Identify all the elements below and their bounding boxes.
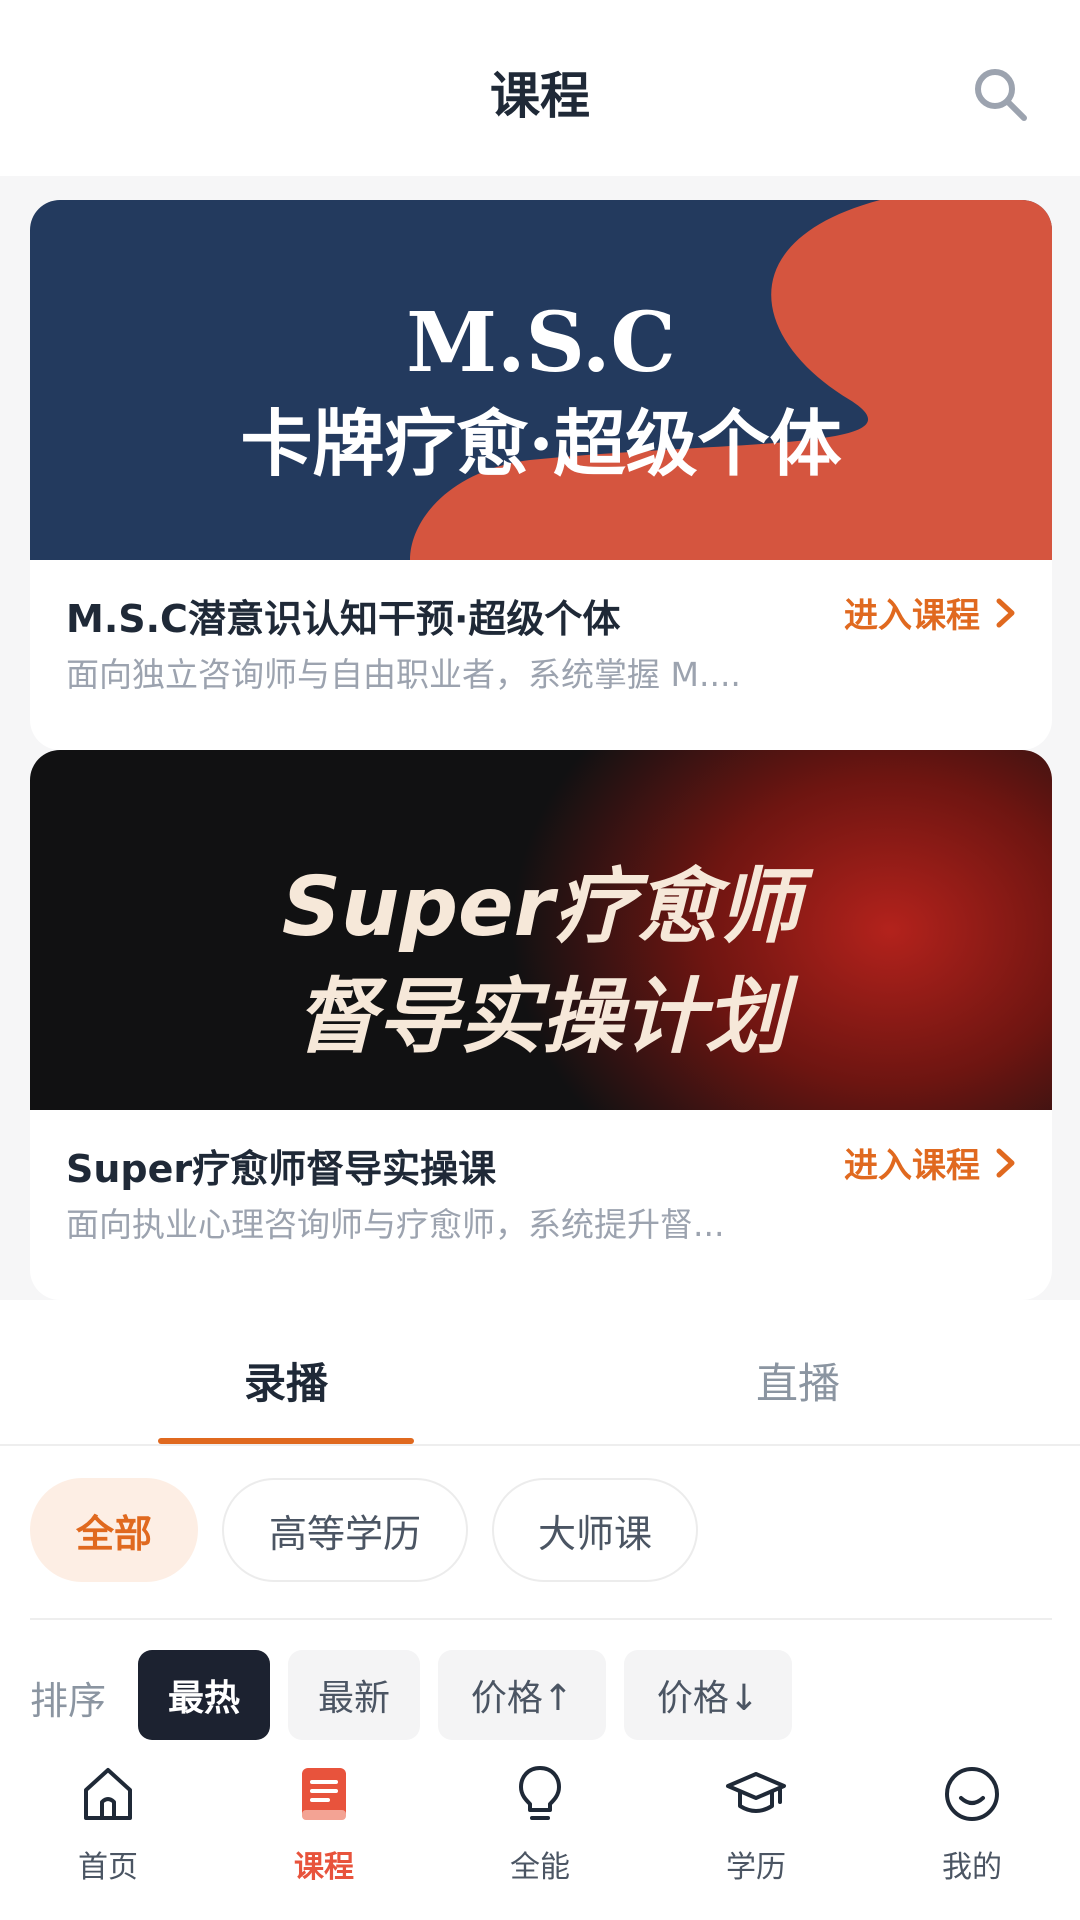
nav-label: 课程 (294, 1850, 354, 1885)
course-description: 面向独立咨询师与自由职业者，系统掌握 M.... (66, 655, 741, 694)
enter-course-button[interactable]: 进入课程 (844, 1138, 1018, 1187)
nav-label: 全能 (510, 1850, 570, 1885)
nav-label: 我的 (942, 1850, 1002, 1885)
banner-heading: M.S.C (406, 295, 676, 391)
sort-price-asc-button[interactable]: 价格↑ (438, 1650, 606, 1740)
course-title: M.S.C潜意识认知干预·超级个体 (66, 597, 621, 641)
course-info: M.S.C潜意识认知干预·超级个体 面向独立咨询师与自由职业者，系统掌握 M..… (30, 560, 1052, 750)
nav-item-home[interactable]: 首页 (28, 1762, 188, 1902)
tab-recorded[interactable]: 录播 (136, 1350, 436, 1411)
nav-label: 学历 (726, 1850, 786, 1885)
banner-subheading: 卡牌疗愈·超级个体 (240, 401, 842, 486)
page-title: 课程 (490, 67, 590, 125)
course-banner: Super疗愈师 督导实操计划 (30, 750, 1052, 1110)
banner-heading: Super疗愈师 (281, 860, 801, 955)
course-banner: M.S.C 卡牌疗愈·超级个体 (30, 200, 1052, 560)
enter-course-label: 进入课程 (844, 596, 980, 636)
category-chip-higher-education[interactable]: 高等学历 (222, 1478, 468, 1582)
sort-price-desc-button[interactable]: 价格↓ (624, 1650, 792, 1740)
smiley-icon (945, 1767, 999, 1821)
nav-item-education[interactable]: 学历 (676, 1762, 836, 1902)
divider (30, 1618, 1052, 1620)
nav-item-courses[interactable]: 课程 (244, 1762, 404, 1902)
tab-live[interactable]: 直播 (648, 1350, 948, 1411)
sort-label: 排序 (30, 1679, 107, 1723)
chevron-right-icon (996, 1148, 1015, 1177)
chevron-right-icon (996, 598, 1015, 627)
home-icon (84, 1768, 132, 1820)
featured-course-card[interactable]: M.S.C 卡牌疗愈·超级个体 M.S.C潜意识认知干预·超级个体 面向独立咨询… (30, 200, 1052, 750)
category-chip-all[interactable]: 全部 (30, 1478, 198, 1582)
header: 课程 (0, 0, 1080, 176)
book-icon (302, 1768, 346, 1820)
course-title: Super疗愈师督导实操课 (66, 1147, 497, 1191)
nav-item-profile[interactable]: 我的 (892, 1762, 1052, 1902)
graduation-cap-icon (726, 1772, 786, 1813)
course-description: 面向执业心理咨询师与疗愈师，系统提升督... (66, 1205, 725, 1244)
nav-label: 首页 (78, 1850, 138, 1885)
divider (0, 1444, 1080, 1446)
course-info: Super疗愈师督导实操课 面向执业心理咨询师与疗愈师，系统提升督... 进入课… (30, 1110, 1052, 1300)
bottom-nav: 首页 课程 全能 学历 我的 (0, 1740, 1080, 1920)
sort-hottest-button[interactable]: 最热 (138, 1650, 270, 1740)
lightbulb-icon (519, 1766, 561, 1820)
featured-course-card[interactable]: Super疗愈师 督导实操计划 Super疗愈师督导实操课 面向执业心理咨询师与… (30, 750, 1052, 1300)
search-icon[interactable] (970, 64, 1030, 124)
enter-course-button[interactable]: 进入课程 (844, 588, 1018, 637)
course-list-controls: 录播 直播 全部 高等学历 大师课 排序 最热 最新 价格↑ 价格↓ (0, 1300, 1080, 1740)
enter-course-label: 进入课程 (844, 1146, 980, 1186)
banner-subheading: 督导实操计划 (295, 970, 787, 1065)
category-chip-master-class[interactable]: 大师课 (492, 1478, 698, 1582)
nav-item-all-round[interactable]: 全能 (460, 1762, 620, 1902)
sort-newest-button[interactable]: 最新 (288, 1650, 420, 1740)
